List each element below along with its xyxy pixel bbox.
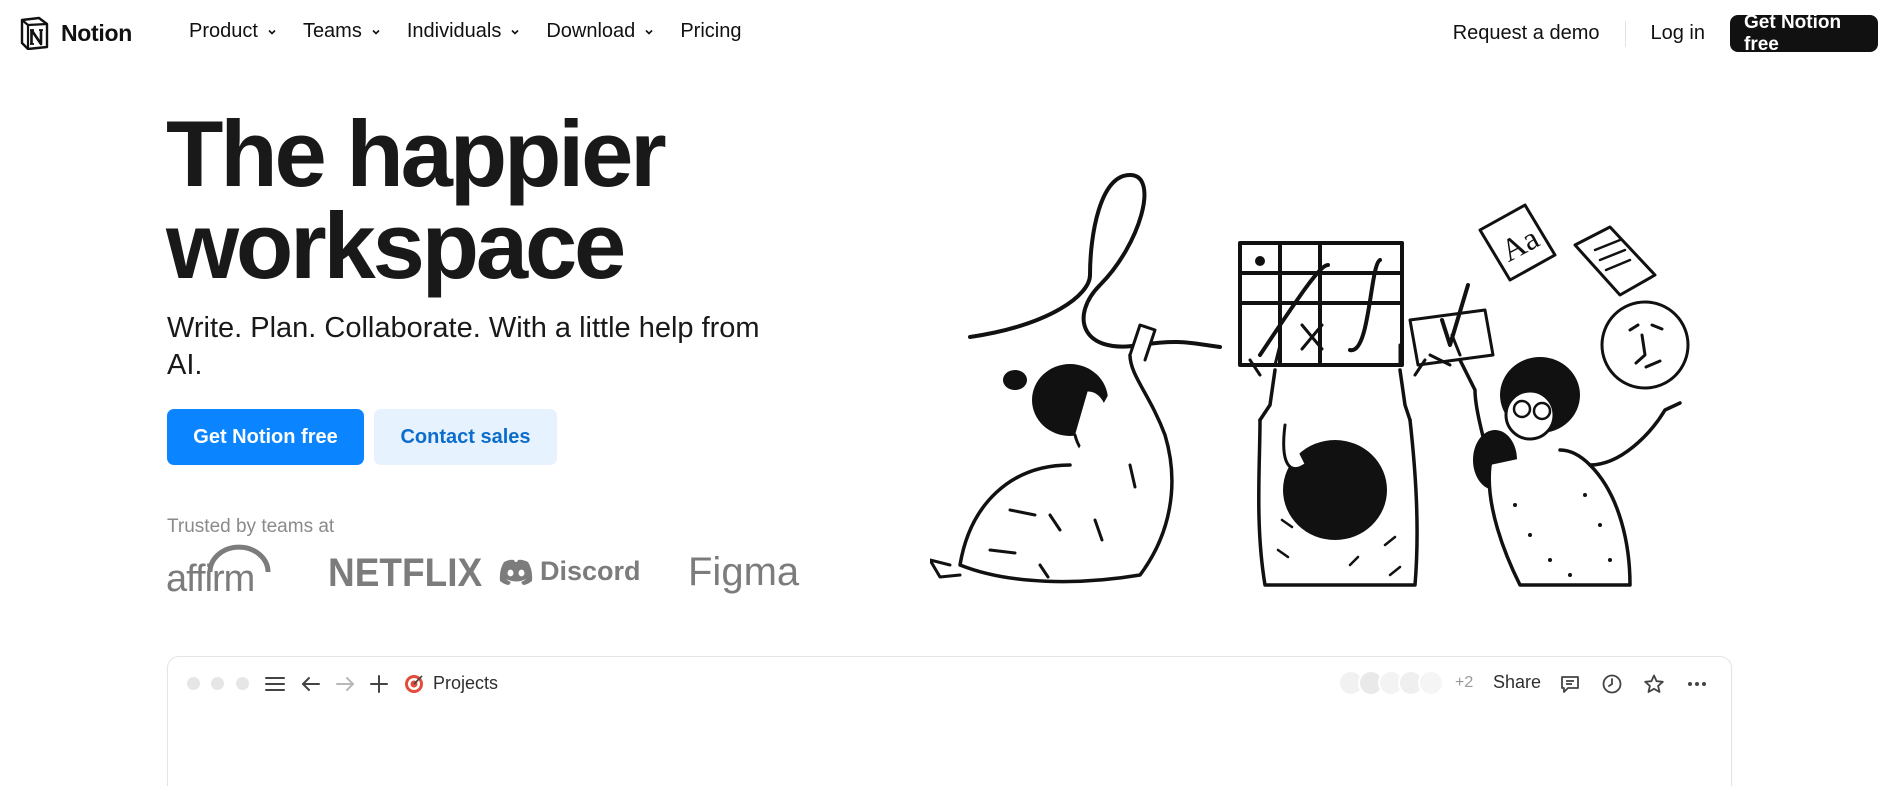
- contact-sales-button[interactable]: Contact sales: [374, 409, 557, 465]
- clock-icon[interactable]: [1601, 673, 1623, 695]
- share-button[interactable]: Share: [1493, 672, 1541, 693]
- top-navigation: Notion Product Teams Individuals Downloa…: [0, 0, 1878, 66]
- get-notion-free-button[interactable]: Get Notion free: [167, 409, 364, 465]
- hero-title-line-1: The happier: [166, 101, 667, 206]
- app-topbar: Projects +2 Share: [168, 657, 1731, 709]
- nav-item-product[interactable]: Product: [189, 20, 277, 43]
- collaborator-avatars[interactable]: [1338, 670, 1444, 696]
- nav-get-notion-free-button[interactable]: Get Notion free: [1730, 12, 1878, 55]
- chevron-down-icon: [372, 29, 380, 35]
- hero-title: The happier workspace: [166, 101, 667, 298]
- star-icon[interactable]: [1643, 673, 1665, 695]
- figma-logo: Figma: [688, 550, 800, 594]
- extra-collaborators-count: +2: [1455, 674, 1474, 691]
- nav-divider: [1624, 20, 1626, 47]
- chevron-down-icon: [268, 29, 276, 35]
- comment-icon[interactable]: [1559, 673, 1581, 695]
- login-link[interactable]: Log in: [1651, 22, 1706, 45]
- affirm-logo: affirm: [166, 544, 271, 600]
- app-preview-window: Projects +2 Share: [167, 656, 1732, 786]
- nav-item-label: Download: [546, 20, 636, 42]
- nav-item-teams[interactable]: Teams: [303, 20, 381, 43]
- discord-logo: Discord: [498, 556, 641, 587]
- netflix-logo: NETFLIX: [328, 550, 483, 595]
- back-arrow-icon[interactable]: [300, 673, 322, 695]
- nav-links: Product Teams Individuals Download Prici…: [189, 20, 767, 43]
- brand-name: Notion: [61, 19, 133, 46]
- page-title[interactable]: Projects: [433, 673, 498, 694]
- nav-item-label: Product: [189, 20, 258, 42]
- notion-logo-icon: [20, 16, 49, 50]
- hero-subtitle: Write. Plan. Collaborate. With a little …: [167, 312, 760, 381]
- avatar: [1418, 670, 1444, 696]
- plus-icon[interactable]: [368, 673, 390, 695]
- window-dot: [236, 677, 249, 690]
- nav-item-pricing[interactable]: Pricing: [680, 20, 741, 43]
- nav-item-label: Pricing: [680, 20, 742, 42]
- trusted-by-label: Trusted by teams at: [167, 516, 335, 537]
- brand[interactable]: Notion: [19, 16, 132, 50]
- discord-logo-text: Discord: [540, 556, 641, 586]
- discord-icon: [499, 559, 533, 585]
- nav-item-individuals[interactable]: Individuals: [407, 20, 521, 43]
- window-dot: [187, 677, 200, 690]
- hero-title-line-2: workspace: [166, 193, 626, 298]
- forward-arrow-icon[interactable]: [334, 673, 356, 695]
- chevron-down-icon: [645, 29, 653, 35]
- nav-actions: Request a demo Log in Get Notion free: [1453, 12, 1878, 55]
- target-icon: [405, 675, 423, 693]
- request-demo-link[interactable]: Request a demo: [1453, 22, 1600, 45]
- more-icon[interactable]: [1686, 673, 1708, 695]
- hero-illustration: Aa: [930, 173, 1690, 587]
- window-dot: [211, 677, 224, 690]
- menu-icon[interactable]: [264, 673, 286, 695]
- nav-item-download[interactable]: Download: [546, 20, 654, 43]
- chevron-down-icon: [511, 29, 519, 35]
- nav-item-label: Individuals: [406, 20, 502, 42]
- nav-item-label: Teams: [302, 20, 362, 42]
- affirm-logo-text: affirm: [166, 558, 255, 600]
